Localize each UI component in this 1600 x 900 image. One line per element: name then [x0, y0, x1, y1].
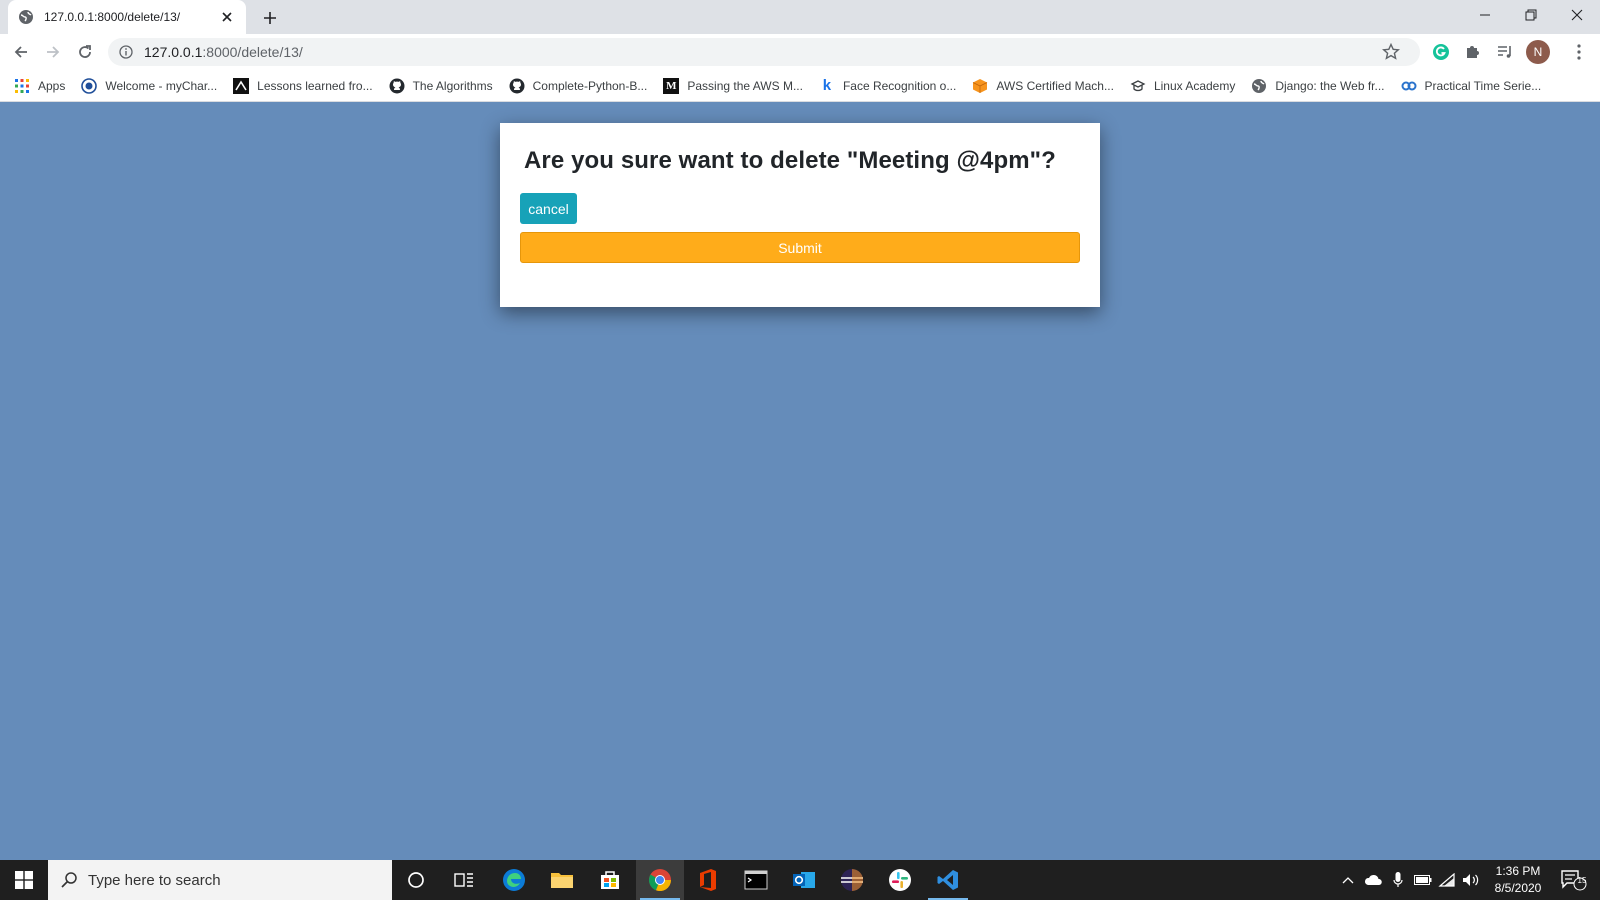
globe-icon [1251, 78, 1267, 94]
windows-taskbar: Type here to search 1:36 PM 8/5/2020 15 [0, 860, 1600, 900]
edge-browser-icon[interactable] [490, 860, 538, 900]
clock-date: 8/5/2020 [1494, 881, 1542, 895]
cortana-icon[interactable] [392, 860, 440, 900]
windows-start-button[interactable] [0, 860, 48, 900]
clock-time: 1:36 PM [1495, 864, 1541, 878]
bookmark-aws-certified[interactable]: AWS Certified Mach... [972, 78, 1114, 94]
forward-button[interactable] [40, 39, 66, 65]
address-bar[interactable]: 127.0.0.1:8000/delete/13/ [108, 38, 1420, 66]
tab-strip: 127.0.0.1:8000/delete/13/ [0, 0, 1600, 34]
bookmark-django[interactable]: Django: the Web fr... [1251, 78, 1385, 94]
bookmark-star-icon[interactable] [1382, 42, 1400, 61]
reload-button[interactable] [72, 39, 98, 65]
submit-button[interactable]: Submit [520, 232, 1080, 263]
new-tab-button[interactable] [258, 6, 282, 30]
k-icon: k [822, 77, 832, 94]
bookmark-face-recognition[interactable]: k Face Recognition o... [819, 77, 957, 94]
bookmark-mychart[interactable]: Welcome - myChar... [81, 77, 217, 94]
bookmark-complete-python[interactable]: Complete-Python-B... [509, 78, 647, 94]
bookmark-practical-time-series[interactable]: Practical Time Serie... [1401, 78, 1541, 94]
media-queue-icon[interactable] [1494, 41, 1516, 63]
confirmation-heading: Are you sure want to delete "Meeting @4p… [524, 147, 1056, 174]
cancel-button[interactable]: cancel [520, 193, 577, 224]
aws-box-icon [972, 78, 988, 94]
bookmark-lessons-learned[interactable]: Lessons learned fro... [233, 77, 373, 94]
mychart-icon [81, 77, 98, 94]
bookmark-apps[interactable]: Apps [14, 78, 65, 94]
close-tab-icon[interactable] [218, 8, 236, 26]
volume-icon[interactable] [1460, 860, 1482, 900]
office-icon[interactable] [684, 860, 732, 900]
profile-avatar[interactable]: N [1526, 40, 1550, 64]
browser-tab[interactable]: 127.0.0.1:8000/delete/13/ [8, 0, 246, 34]
taskbar-search-box[interactable]: Type here to search [48, 860, 392, 900]
grammarly-icon[interactable] [1430, 41, 1452, 63]
bookmark-the-algorithms[interactable]: The Algorithms [389, 78, 493, 94]
github-icon [389, 78, 405, 94]
taskbar-clock[interactable]: 1:36 PM 8/5/2020 [1482, 863, 1554, 897]
chrome-icon[interactable] [636, 860, 684, 900]
delete-confirmation-card: Are you sure want to delete "Meeting @4p… [500, 123, 1100, 307]
github-icon [509, 78, 525, 94]
bookmark-linux-academy[interactable]: Linux Academy [1130, 78, 1235, 94]
action-center-icon[interactable]: 15 [1556, 860, 1592, 900]
slack-icon[interactable] [876, 860, 924, 900]
terminal-icon[interactable] [732, 860, 780, 900]
lessons-icon [233, 77, 250, 94]
outlook-icon[interactable] [780, 860, 828, 900]
apps-grid-icon [14, 78, 30, 94]
microsoft-store-icon[interactable] [586, 860, 634, 900]
eclipse-icon[interactable] [828, 860, 876, 900]
linux-academy-icon [1130, 78, 1146, 94]
browser-toolbar: 127.0.0.1:8000/delete/13/ N [0, 34, 1600, 70]
globe-icon [18, 9, 34, 25]
microphone-icon[interactable] [1388, 860, 1408, 900]
wifi-icon[interactable] [1436, 860, 1458, 900]
bookmark-passing-aws[interactable]: M Passing the AWS M... [663, 77, 803, 94]
info-icon[interactable] [118, 44, 134, 60]
medium-icon: M [663, 77, 680, 94]
minimize-button[interactable] [1462, 0, 1508, 30]
search-icon [61, 872, 77, 888]
task-view-icon[interactable] [440, 860, 488, 900]
back-button[interactable] [8, 39, 34, 65]
bookmarks-bar: Apps Welcome - myChar... Lessons learned… [0, 70, 1600, 102]
file-explorer-icon[interactable] [538, 860, 586, 900]
onedrive-cloud-icon[interactable] [1362, 860, 1384, 900]
tray-overflow-chevron-icon[interactable] [1338, 860, 1358, 900]
tab-title: 127.0.0.1:8000/delete/13/ [44, 10, 181, 24]
close-window-button[interactable] [1554, 0, 1600, 30]
notification-count-badge: 15 [1577, 876, 1587, 885]
kebab-menu-icon[interactable] [1568, 41, 1590, 63]
coursera-icon [1401, 78, 1417, 94]
battery-icon[interactable] [1412, 860, 1434, 900]
extensions-puzzle-icon[interactable] [1462, 41, 1484, 63]
search-placeholder: Type here to search [88, 871, 221, 889]
vscode-icon[interactable] [924, 860, 972, 900]
restore-button[interactable] [1508, 0, 1554, 30]
url-text: 127.0.0.1:8000/delete/13/ [144, 44, 303, 60]
